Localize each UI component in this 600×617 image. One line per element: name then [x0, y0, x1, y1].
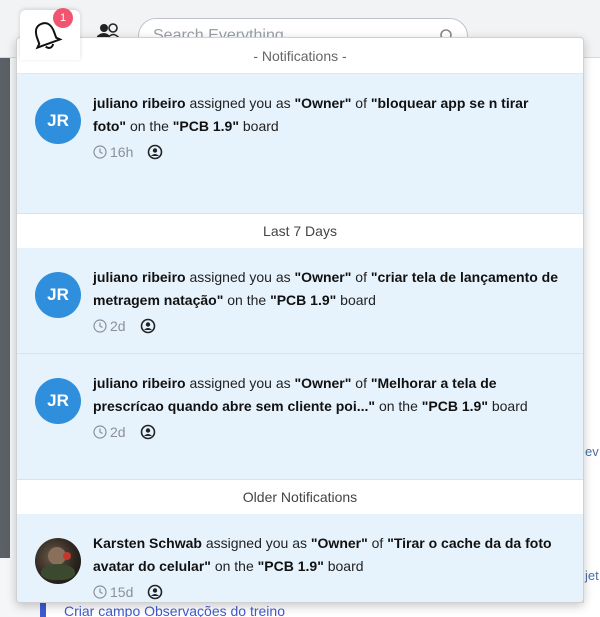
notification-on: on the	[214, 558, 254, 574]
right-edge-panel	[583, 58, 600, 617]
notification-on: on the	[227, 292, 267, 308]
notification-time-label: 15d	[110, 584, 134, 600]
notification-time-label: 2d	[110, 318, 126, 334]
user-circle-icon	[148, 584, 163, 600]
notification-meta: 2d	[93, 312, 563, 354]
notification-time-label: 16h	[110, 144, 134, 160]
notification-time: 2d	[93, 318, 126, 334]
notification-on: on the	[129, 118, 169, 134]
clock-icon	[93, 425, 107, 439]
notification-item[interactable]: JR juliano ribeiro assigned you as "Owne…	[17, 74, 583, 214]
notification-time: 15d	[93, 584, 133, 600]
clock-icon	[93, 145, 107, 159]
notification-item[interactable]: JR juliano ribeiro assigned you as "Owne…	[17, 354, 583, 480]
notification-board[interactable]: "PCB 1.9"	[270, 292, 336, 308]
notification-meta: 16h	[93, 138, 563, 180]
notification-message: juliano ribeiro assigned you as "Owner" …	[93, 372, 563, 418]
notification-message: juliano ribeiro assigned you as "Owner" …	[93, 92, 563, 138]
background-text-ev: ev	[585, 444, 599, 459]
user-circle-icon	[148, 144, 163, 160]
notification-action: assigned you as	[189, 95, 291, 111]
avatar-photo-accent	[63, 552, 71, 560]
notification-action: assigned you as	[205, 535, 308, 551]
notification-meta: 15d	[93, 578, 563, 602]
notification-of: of	[355, 269, 367, 285]
notification-user[interactable]: Karsten Schwab	[93, 535, 202, 551]
notification-user[interactable]: juliano ribeiro	[93, 269, 186, 285]
section-header-older-notifications: Older Notifications	[17, 480, 583, 514]
dropdown-title: - Notifications -	[17, 38, 583, 74]
left-edge-panel	[0, 58, 10, 558]
notification-time: 2d	[93, 424, 126, 440]
avatar[interactable]: JR	[35, 272, 81, 318]
notification-user[interactable]: juliano ribeiro	[93, 95, 186, 111]
notification-message: juliano ribeiro assigned you as "Owner" …	[93, 266, 563, 312]
notification-role: "Owner"	[294, 95, 352, 111]
notification-of: of	[355, 95, 367, 111]
clock-icon	[93, 319, 107, 333]
avatar[interactable]	[35, 538, 81, 584]
notification-item[interactable]: Karsten Schwab assigned you as "Owner" o…	[17, 514, 583, 602]
avatar[interactable]: JR	[35, 378, 81, 424]
list-item-accent-bar	[40, 603, 46, 617]
notification-of: of	[355, 375, 367, 391]
notification-board[interactable]: "PCB 1.9"	[258, 558, 324, 574]
avatar-photo-body	[41, 564, 75, 580]
notification-meta: 2d	[93, 418, 563, 460]
notification-suffix: board	[242, 118, 279, 134]
section-header-last-7-days: Last 7 Days	[17, 214, 583, 248]
notification-suffix: board	[327, 558, 364, 574]
background-list-item-label: Criar campo Observações do treino	[64, 603, 285, 617]
notification-suffix: board	[491, 398, 528, 414]
notification-role: "Owner"	[294, 269, 352, 285]
notification-board[interactable]: "PCB 1.9"	[422, 398, 488, 414]
notification-suffix: board	[340, 292, 376, 308]
clock-icon	[93, 585, 107, 599]
notifications-dropdown: - Notifications - JR juliano ribeiro ass…	[16, 37, 584, 603]
notification-message: Karsten Schwab assigned you as "Owner" o…	[93, 532, 563, 578]
notification-action: assigned you as	[189, 375, 291, 391]
notification-action: assigned you as	[189, 269, 291, 285]
notification-on: on the	[378, 398, 418, 414]
avatar[interactable]: JR	[35, 98, 81, 144]
notification-user[interactable]: juliano ribeiro	[93, 375, 186, 391]
notification-board[interactable]: "PCB 1.9"	[173, 118, 239, 134]
notification-time-label: 2d	[110, 424, 126, 440]
background-list-item[interactable]: Criar campo Observações do treino	[40, 603, 600, 617]
notification-time: 16h	[93, 144, 133, 160]
background-text-jet: jet	[585, 568, 599, 583]
notification-of: of	[371, 535, 384, 551]
user-circle-icon	[140, 424, 155, 440]
notification-count-badge: 1	[53, 8, 73, 28]
notification-role: "Owner"	[310, 535, 368, 551]
user-circle-icon	[140, 318, 155, 334]
notification-item[interactable]: JR juliano ribeiro assigned you as "Owne…	[17, 248, 583, 354]
notification-role: "Owner"	[294, 375, 352, 391]
